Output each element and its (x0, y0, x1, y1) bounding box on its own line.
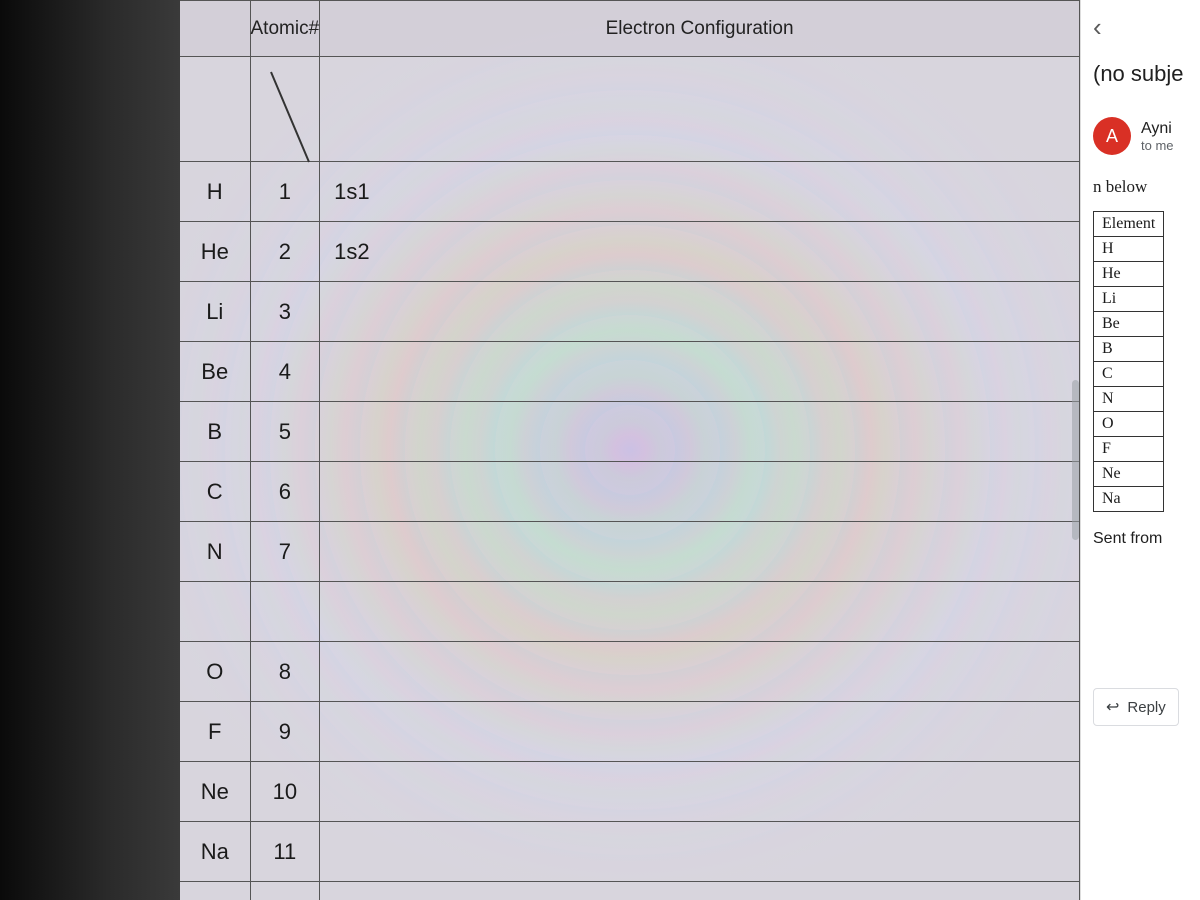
cell-symbol: Be (180, 342, 250, 402)
table-row: B 5 (180, 402, 1080, 462)
mini-cell: He (1094, 262, 1164, 287)
table-row: O 8 (180, 642, 1080, 702)
electron-config-table: Atomic# Electron Configuration H 1 1s1 H… (180, 0, 1080, 900)
email-body-fragment: n below (1093, 177, 1200, 197)
reply-arrow-icon: ↩ (1106, 697, 1119, 717)
mini-cell: B (1094, 337, 1164, 362)
device-bezel (0, 0, 180, 900)
header-config: Electron Configuration (320, 1, 1080, 57)
cell-config[interactable] (320, 702, 1080, 762)
worksheet-document: Atomic# Electron Configuration H 1 1s1 H… (180, 0, 1080, 900)
cell-config[interactable] (320, 402, 1080, 462)
cell-atomic: 11 (250, 822, 320, 882)
cell-atomic: 7 (250, 522, 320, 582)
cell-config[interactable] (320, 522, 1080, 582)
cell-atomic: 9 (250, 702, 320, 762)
mini-cell: Ne (1094, 462, 1164, 487)
cell-config[interactable] (320, 822, 1080, 882)
reply-button[interactable]: ↩ Reply (1093, 688, 1179, 726)
email-signature: Sent from (1093, 530, 1200, 548)
table-row: F 9 (180, 702, 1080, 762)
cell-symbol: N (180, 522, 250, 582)
table-row: Ne 10 (180, 762, 1080, 822)
scrollbar[interactable] (1070, 0, 1080, 900)
cell-config[interactable] (320, 642, 1080, 702)
mini-cell: Be (1094, 312, 1164, 337)
mini-cell: C (1094, 362, 1164, 387)
cell-atomic: 6 (250, 462, 320, 522)
cell-symbol: C (180, 462, 250, 522)
sender-row[interactable]: A Ayni to me (1093, 117, 1200, 155)
header-symbol (180, 1, 250, 57)
table-row: H 1 1s1 (180, 162, 1080, 222)
header-atomic: Atomic# (250, 1, 320, 57)
cell-atomic: 8 (250, 642, 320, 702)
table-row: Be 4 (180, 342, 1080, 402)
cell-atomic: 2 (250, 222, 320, 282)
cell-symbol: Li (180, 282, 250, 342)
mini-cell: Na (1094, 487, 1164, 512)
cell-config[interactable] (320, 762, 1080, 822)
cell-config[interactable]: 1s1 (320, 162, 1080, 222)
diagonal-mark-icon (261, 67, 321, 167)
cell-symbol: F (180, 702, 250, 762)
cell-config[interactable] (320, 342, 1080, 402)
cell-symbol: B (180, 402, 250, 462)
cell-symbol: Na (180, 822, 250, 882)
table-row: Li 3 (180, 282, 1080, 342)
mini-cell: H (1094, 237, 1164, 262)
gap-row (180, 582, 1080, 642)
cell-symbol: O (180, 642, 250, 702)
cell-atomic: 1 (250, 162, 320, 222)
sender-name: Ayni (1141, 120, 1174, 138)
cell-config[interactable] (320, 882, 1080, 900)
mini-cell: N (1094, 387, 1164, 412)
table-header-row: Atomic# Electron Configuration (180, 1, 1080, 57)
mini-cell: Li (1094, 287, 1164, 312)
table-row: N 7 (180, 522, 1080, 582)
mini-cell: F (1094, 437, 1164, 462)
avatar: A (1093, 117, 1131, 155)
cell-atomic: 12 (250, 882, 320, 900)
back-button[interactable]: ‹ (1093, 12, 1200, 43)
table-row: Na 11 (180, 822, 1080, 882)
table-row: C 6 (180, 462, 1080, 522)
chevron-left-icon: ‹ (1093, 12, 1102, 42)
cell-atomic: 4 (250, 342, 320, 402)
table-row: He 2 1s2 (180, 222, 1080, 282)
cell-config[interactable] (320, 462, 1080, 522)
decoration-row (180, 57, 1080, 162)
cell-atomic: 10 (250, 762, 320, 822)
sender-to: to me (1141, 138, 1174, 153)
email-subject: (no subje (1093, 61, 1200, 87)
scrollbar-thumb[interactable] (1072, 380, 1079, 540)
avatar-letter: A (1106, 126, 1118, 147)
email-body-table: Element H He Li Be B C N O F Ne Na (1093, 211, 1164, 512)
mini-cell: O (1094, 412, 1164, 437)
cell-config[interactable]: 1s2 (320, 222, 1080, 282)
mini-header: Element (1094, 212, 1164, 237)
cell-symbol: He (180, 222, 250, 282)
cell-atomic: 5 (250, 402, 320, 462)
cell-atomic: 3 (250, 282, 320, 342)
cell-symbol: Mg (180, 882, 250, 900)
cell-symbol: H (180, 162, 250, 222)
table-row: Mg 12 (180, 882, 1080, 900)
reply-label: Reply (1127, 699, 1165, 716)
email-panel: ‹ (no subje A Ayni to me n below Element… (1080, 0, 1200, 900)
cell-symbol: Ne (180, 762, 250, 822)
cell-config[interactable] (320, 282, 1080, 342)
